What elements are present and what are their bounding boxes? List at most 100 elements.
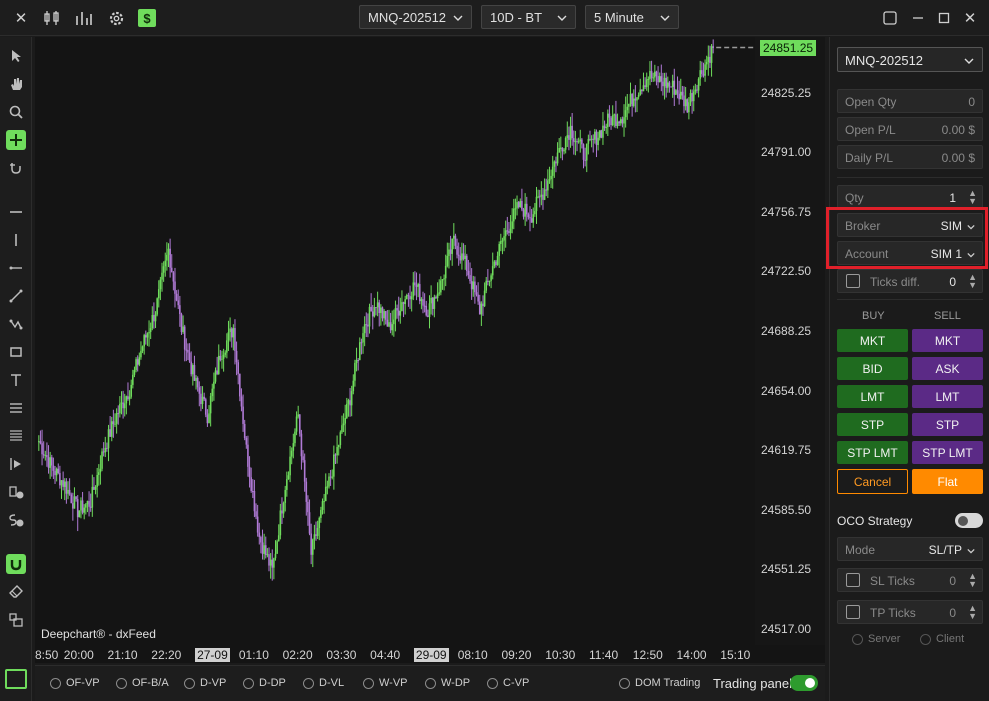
sell-ask-button[interactable]: ASK [912, 357, 983, 380]
option-d-vp[interactable]: D-VP [184, 677, 226, 689]
candle-body [318, 517, 321, 528]
eraser-icon[interactable] [6, 582, 26, 602]
text-icon[interactable] [6, 370, 26, 390]
spinner-icon[interactable]: ▲ ▼ [968, 273, 977, 290]
candle-body [409, 296, 411, 300]
option-of-vp[interactable]: OF-VP [50, 677, 100, 689]
tp-ticks-checkbox[interactable] [846, 605, 860, 619]
spinner-icon[interactable]: ▲ ▼ [968, 572, 977, 589]
range-dropdown[interactable]: 10D - BT [481, 5, 576, 29]
layers-icon[interactable] [6, 610, 26, 630]
tp-ticks-field[interactable]: TP Ticks 0 ▲ ▼ [837, 600, 983, 624]
ticks-diff-checkbox[interactable] [846, 274, 860, 288]
radio-button[interactable] [116, 677, 127, 689]
rectangle-icon[interactable] [6, 342, 26, 362]
symbol-dropdown[interactable]: MNQ-202512 [359, 5, 472, 29]
radio-button[interactable] [303, 677, 314, 689]
qty-stepper[interactable]: Qty 1 ▲ ▼ [837, 185, 983, 209]
buy-stp-lmt-button[interactable]: STP LMT [837, 441, 908, 464]
hand-icon[interactable] [6, 74, 26, 94]
time-axis[interactable]: 8:50 20:00 21:10 22:20 27-09 01:10 02:20 03:30 0… [35, 645, 755, 663]
maximize-icon[interactable] [934, 8, 954, 28]
minimize-icon[interactable] [908, 8, 928, 28]
buy-bid-button[interactable]: BID [837, 357, 908, 380]
buy-stp-button[interactable]: STP [837, 413, 908, 436]
zoom-icon[interactable] [6, 102, 26, 122]
cancel-button[interactable]: Cancel [837, 469, 908, 494]
interval-dropdown[interactable]: 5 Minute [585, 5, 679, 29]
sell-stp-lmt-button[interactable]: STP LMT [912, 441, 983, 464]
layout-icon[interactable] [5, 669, 27, 689]
oco-toggle[interactable] [955, 513, 983, 528]
radio-button[interactable] [425, 677, 436, 689]
fib-icon[interactable] [6, 398, 26, 418]
candle-body [39, 441, 42, 444]
candles-plot[interactable] [35, 37, 755, 645]
ticks-diff-value[interactable]: 0 [949, 275, 956, 289]
vertical-line-icon[interactable] [6, 230, 26, 250]
option-d-dp[interactable]: D-DP [243, 677, 286, 689]
candle-body [195, 378, 197, 381]
panel-symbol-dropdown[interactable]: MNQ-202512 [837, 47, 983, 72]
tp-ticks-value[interactable]: 0 [949, 606, 956, 620]
sell-mkt-button[interactable]: MKT [912, 329, 983, 352]
option-w-dp[interactable]: W-DP [425, 677, 470, 689]
gear-icon[interactable] [106, 8, 126, 28]
radio-button[interactable] [920, 633, 931, 645]
buy-lmt-button[interactable]: LMT [837, 385, 908, 408]
candle-body [357, 359, 359, 361]
ray-icon[interactable] [6, 258, 26, 278]
radio-button[interactable] [852, 633, 863, 645]
option-dom-trading[interactable]: DOM Trading [619, 677, 700, 689]
magnet-icon[interactable] [6, 554, 26, 574]
bar-chart-icon[interactable] [74, 8, 94, 28]
option-d-vl[interactable]: D-VL [303, 677, 344, 689]
candle-body [203, 396, 205, 400]
buy-mkt-button[interactable]: MKT [837, 329, 908, 352]
close-window-icon[interactable]: ✕ [960, 8, 980, 28]
candle-body [281, 510, 283, 514]
candle-body [456, 245, 458, 255]
server-option[interactable]: Server [852, 633, 900, 645]
spinner-icon[interactable]: ▲ ▼ [968, 604, 977, 621]
mode-dropdown[interactable]: Mode SL/TP [837, 537, 983, 561]
price-chart[interactable]: 24825.25 24791.00 24756.75 24722.50 24688.25… [35, 37, 825, 663]
snap-icon[interactable] [6, 158, 26, 178]
radio-button[interactable] [184, 677, 195, 689]
crosshair-icon[interactable] [6, 130, 26, 150]
levels-icon[interactable] [6, 426, 26, 446]
spinner-icon[interactable]: ▲ ▼ [968, 189, 977, 206]
qty-value[interactable]: 1 [949, 191, 956, 205]
candlestick-icon[interactable] [42, 8, 62, 28]
buy-order-icon[interactable] [6, 482, 26, 502]
polyline-icon[interactable] [6, 314, 26, 334]
cursor-icon[interactable] [6, 46, 26, 66]
radio-button[interactable] [50, 677, 61, 689]
account-dropdown[interactable]: Account SIM 1 [837, 241, 983, 265]
option-of-ba[interactable]: OF-B/A [116, 677, 169, 689]
sl-ticks-checkbox[interactable] [846, 573, 860, 587]
radio-button[interactable] [619, 677, 630, 689]
price-axis[interactable]: 24825.25 24791.00 24756.75 24722.50 24688.25… [755, 37, 825, 645]
ticks-diff-field[interactable]: Ticks diff. 0 ▲ ▼ [837, 269, 983, 293]
client-option[interactable]: Client [920, 633, 964, 645]
radio-button[interactable] [363, 677, 374, 689]
broker-dropdown[interactable]: Broker SIM [837, 213, 983, 237]
close-icon[interactable]: ✕ [11, 8, 31, 28]
radio-button[interactable] [243, 677, 254, 689]
float-window-icon[interactable] [880, 8, 900, 28]
flat-button[interactable]: Flat [912, 469, 983, 494]
sell-stp-button[interactable]: STP [912, 413, 983, 436]
sell-lmt-button[interactable]: LMT [912, 385, 983, 408]
sl-ticks-field[interactable]: SL Ticks 0 ▲ ▼ [837, 568, 983, 592]
radio-button[interactable] [487, 677, 498, 689]
dollar-icon[interactable]: $ [138, 9, 156, 27]
sell-order-icon[interactable] [6, 510, 26, 530]
trend-line-icon[interactable] [6, 286, 26, 306]
order-icon[interactable] [6, 454, 26, 474]
horizontal-line-icon[interactable] [6, 202, 26, 222]
option-c-vp[interactable]: C-VP [487, 677, 529, 689]
option-w-vp[interactable]: W-VP [363, 677, 408, 689]
trading-panel-toggle[interactable] [790, 675, 818, 691]
sl-ticks-value[interactable]: 0 [949, 574, 956, 588]
